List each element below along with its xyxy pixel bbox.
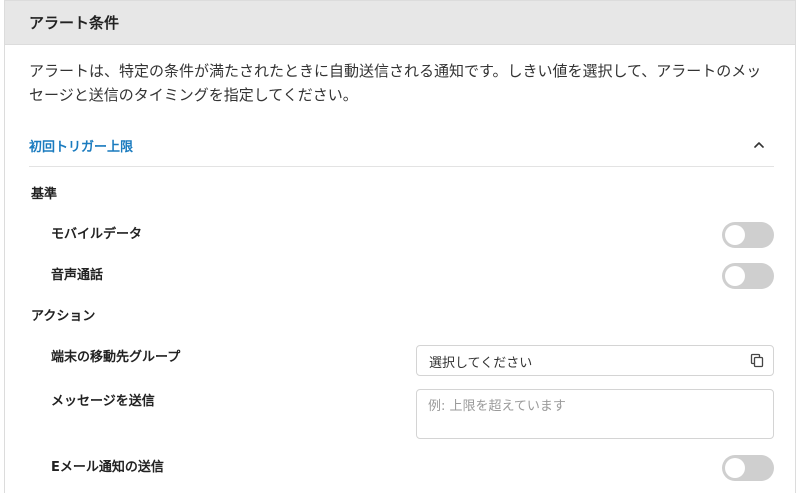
voice-call-toggle[interactable] (722, 263, 774, 289)
email-notification-toggle[interactable] (722, 455, 774, 481)
move-group-select-value: 選択してください (429, 356, 533, 371)
move-group-select[interactable]: 選択してください (416, 345, 774, 376)
send-message-input[interactable] (416, 389, 774, 439)
copy-icon (750, 353, 764, 368)
voice-call-label: 音声通話 (51, 268, 104, 283)
mobile-data-toggle[interactable] (722, 222, 774, 248)
alert-conditions-panel: アラート条件 アラートは、特定の条件が満たされたときに自動送信される通知です。し… (4, 0, 796, 493)
toggle-knob (725, 458, 745, 478)
move-group-label: 端末の移動先グループ (51, 350, 181, 365)
mobile-data-label: モバイルデータ (51, 227, 143, 242)
actions-label: アクション (31, 309, 96, 324)
toggle-knob (725, 225, 745, 245)
send-message-label: メッセージを送信 (51, 394, 155, 409)
panel-description: アラートは、特定の条件が満たされたときに自動送信される通知です。しきい値を選択し… (29, 62, 762, 104)
panel-header: アラート条件 (5, 1, 795, 45)
panel-title: アラート条件 (29, 14, 120, 32)
toggle-knob (725, 266, 745, 286)
criteria-label: 基準 (31, 187, 58, 202)
email-notification-label: Eメール通知の送信 (51, 460, 164, 475)
section-title: 初回トリガー上限 (29, 140, 134, 155)
chevron-up-icon[interactable] (754, 140, 764, 150)
section-header-first-trigger-limit[interactable]: 初回トリガー上限 (29, 125, 774, 167)
